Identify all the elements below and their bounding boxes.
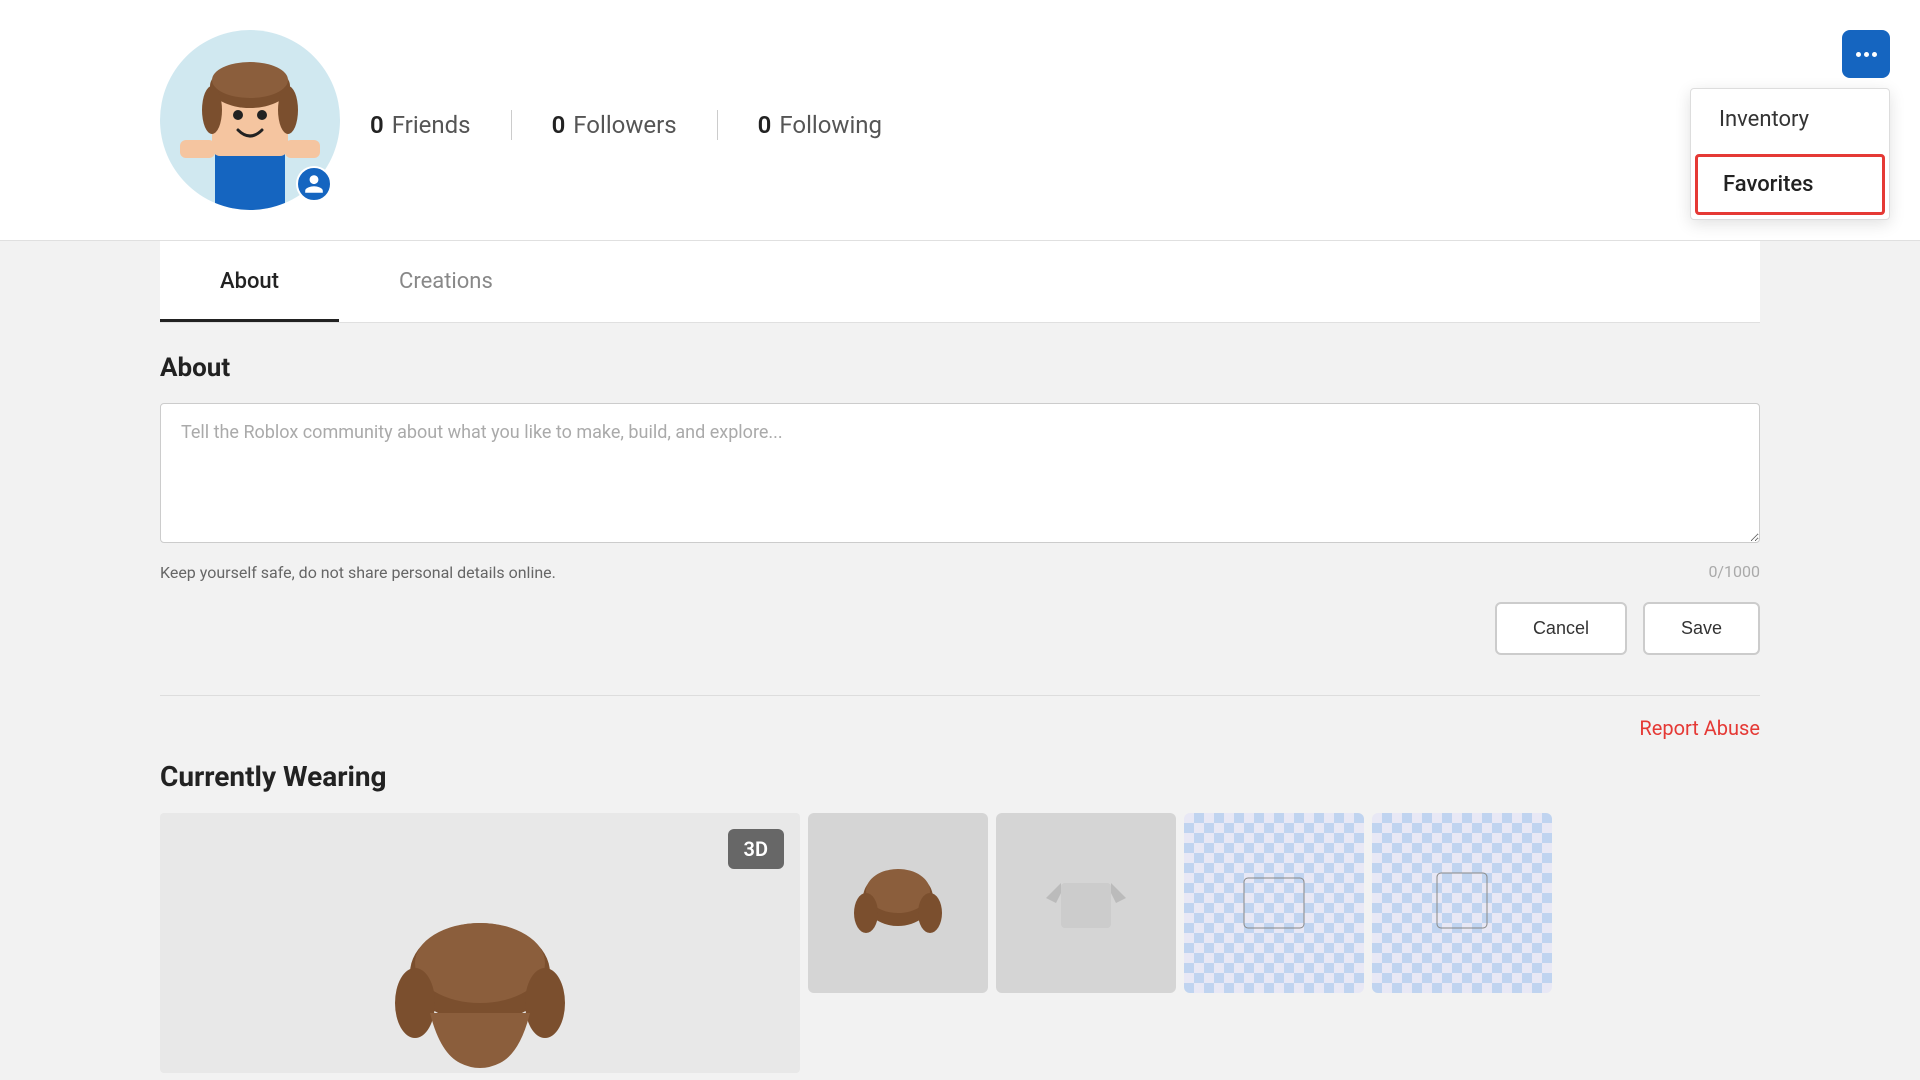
shirt-item-icon	[1036, 863, 1136, 943]
more-options-button[interactable]	[1842, 30, 1890, 78]
about-title: About	[160, 353, 1760, 383]
dot-1	[1856, 52, 1861, 57]
char-count: 0/1000	[1708, 562, 1760, 581]
dropdown-inventory[interactable]: Inventory	[1691, 89, 1889, 150]
save-button[interactable]: Save	[1643, 602, 1760, 655]
wearing-item-4[interactable]	[1372, 813, 1552, 993]
dropdown-favorites[interactable]: Favorites	[1695, 154, 1885, 215]
followers-label: Followers	[573, 111, 676, 139]
currently-wearing-section: Currently Wearing 3D	[160, 760, 1760, 1073]
friends-count: 0	[370, 111, 384, 139]
wearing-item-2[interactable]	[996, 813, 1176, 993]
3d-badge: 3D	[728, 829, 784, 869]
followers-count: 0	[552, 111, 566, 139]
following-label: Following	[779, 111, 882, 139]
hair-item-icon	[848, 863, 948, 943]
safety-note: Keep yourself safe, do not share persona…	[160, 563, 556, 582]
avatar-badge	[296, 166, 332, 202]
about-actions: Cancel Save	[160, 602, 1760, 655]
followers-stat: 0 Followers	[552, 111, 677, 139]
about-textarea[interactable]	[160, 403, 1760, 543]
person-icon	[303, 173, 325, 195]
stat-divider-1	[511, 110, 512, 140]
cancel-button[interactable]: Cancel	[1495, 602, 1627, 655]
profile-header: 0 Friends 0 Followers 0 Following Invent…	[0, 0, 1920, 241]
section-divider	[160, 695, 1760, 696]
following-count: 0	[758, 111, 772, 139]
wearing-grid: 3D	[160, 813, 1760, 1073]
about-section: About Keep yourself safe, do not share p…	[160, 323, 1760, 685]
wearing-main-view: 3D	[160, 813, 800, 1073]
report-abuse-link[interactable]: Report Abuse	[1639, 716, 1760, 740]
dot-2	[1864, 52, 1869, 57]
tabs-bar: About Creations	[160, 241, 1760, 323]
friends-label: Friends	[392, 111, 471, 139]
friends-stat: 0 Friends	[370, 111, 471, 139]
profile-stats: 0 Friends 0 Followers 0 Following	[370, 110, 882, 140]
main-content: About Creations About Keep yourself safe…	[0, 241, 1920, 1073]
tab-about[interactable]: About	[160, 241, 339, 322]
currently-wearing-title: Currently Wearing	[160, 760, 1760, 793]
stat-divider-2	[717, 110, 718, 140]
dropdown-menu: Inventory Favorites	[1690, 88, 1890, 220]
checkered-item-icon	[1224, 863, 1324, 943]
wearing-item-1[interactable]	[808, 813, 988, 993]
tab-creations[interactable]: Creations	[339, 241, 553, 322]
avatar-wrapper	[160, 30, 340, 210]
wearing-items-list	[808, 813, 1552, 1073]
wearing-item-3[interactable]	[1184, 813, 1364, 993]
dot-3	[1872, 52, 1877, 57]
report-abuse-row: Report Abuse	[160, 716, 1760, 740]
wearing-character-preview	[380, 913, 580, 1073]
following-stat: 0 Following	[758, 111, 882, 139]
pants-item-icon	[1412, 863, 1512, 943]
